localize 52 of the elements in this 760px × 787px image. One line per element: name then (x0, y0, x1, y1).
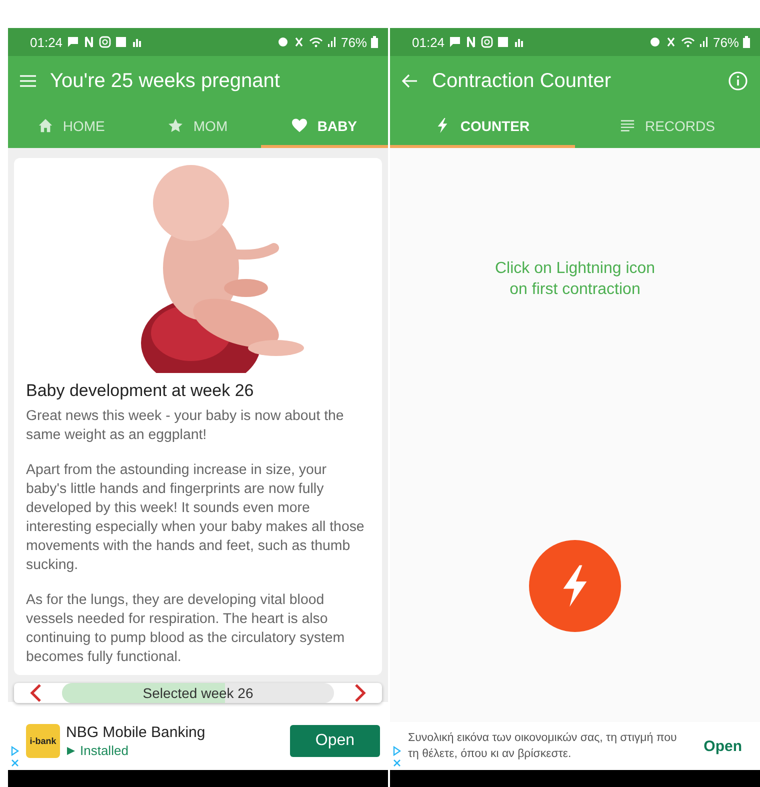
wifi-icon (308, 36, 323, 48)
previous-icon[interactable] (30, 683, 42, 703)
back-arrow-icon[interactable] (402, 74, 418, 88)
tab[interactable]: MOM (134, 106, 262, 148)
tab[interactable]: HOME (8, 106, 135, 148)
article-paragraph: As for the lungs, they are developing vital blood vessels needed for respiration. The heart is also continuing to pump blood as the circulatory system becomes fully functional. (26, 591, 346, 667)
tab[interactable]: RECORDS (575, 106, 760, 148)
close-icon[interactable] (10, 758, 20, 768)
mute-icon (664, 36, 677, 48)
menu-icon[interactable] (20, 74, 36, 88)
signal-icon (326, 36, 337, 48)
close-icon[interactable] (392, 758, 402, 768)
article-paragraph: Apart from the astounding increase in size, your baby's little hands and fingerprints are now fully developed by this week! It sounds even more interesting especially when your baby makes all those movements with the hands and feet, such as thumb sucking. (26, 461, 366, 575)
next-icon[interactable] (354, 683, 366, 703)
battery-percent: 76% (712, 34, 739, 50)
info-icon[interactable] (728, 71, 748, 91)
status-time: 01:24 (30, 34, 63, 50)
battery-icon (371, 36, 378, 48)
list-icon (620, 118, 635, 133)
chart-icon (130, 36, 143, 48)
camera-icon (98, 36, 111, 48)
star-icon (168, 118, 184, 133)
article-paragraph: Great news this week - your baby is now about the same weight as an eggplant! (26, 407, 345, 445)
ad-title: NBG Mobile Banking (66, 724, 206, 741)
instruction-text: Click on Lightning icon on first contraction (494, 259, 656, 300)
open-button[interactable]: Open (290, 725, 380, 757)
camera-icon (480, 36, 493, 48)
ad-choices-icon[interactable] (10, 746, 20, 756)
article-heading: Baby development at week 26 (26, 381, 255, 401)
home-icon (38, 118, 53, 133)
ad-subtitle: Installed (80, 743, 128, 758)
wifi-icon (680, 36, 695, 48)
message-icon (448, 36, 461, 48)
ad-choices-icon[interactable] (392, 746, 402, 756)
status-time: 01:24 (412, 34, 445, 50)
battery-icon (743, 36, 750, 48)
message-icon (66, 36, 79, 48)
chart-icon (512, 36, 525, 48)
n-letter-icon (82, 36, 95, 48)
heart-icon (292, 118, 308, 133)
play-store-icon (66, 746, 76, 756)
week-track[interactable]: Selected week 26 (62, 683, 334, 703)
open-button[interactable]: Open (694, 738, 752, 754)
mute-icon (292, 36, 305, 48)
screen-title: Contraction Counter (432, 70, 611, 92)
week-label: Selected week 26 (142, 685, 254, 701)
signal-icon (698, 36, 709, 48)
ad-text: Συνολική εικόνα των οικονομικών σας, τη στιγμή που τη θέλετε, όπου κι αν βρίσκεστε. (408, 731, 678, 762)
n-letter-icon (464, 36, 477, 48)
app-logo: i-bank (26, 724, 60, 758)
battery-percent: 76% (340, 34, 367, 50)
screen-title: You're 25 weeks pregnant (50, 70, 280, 92)
